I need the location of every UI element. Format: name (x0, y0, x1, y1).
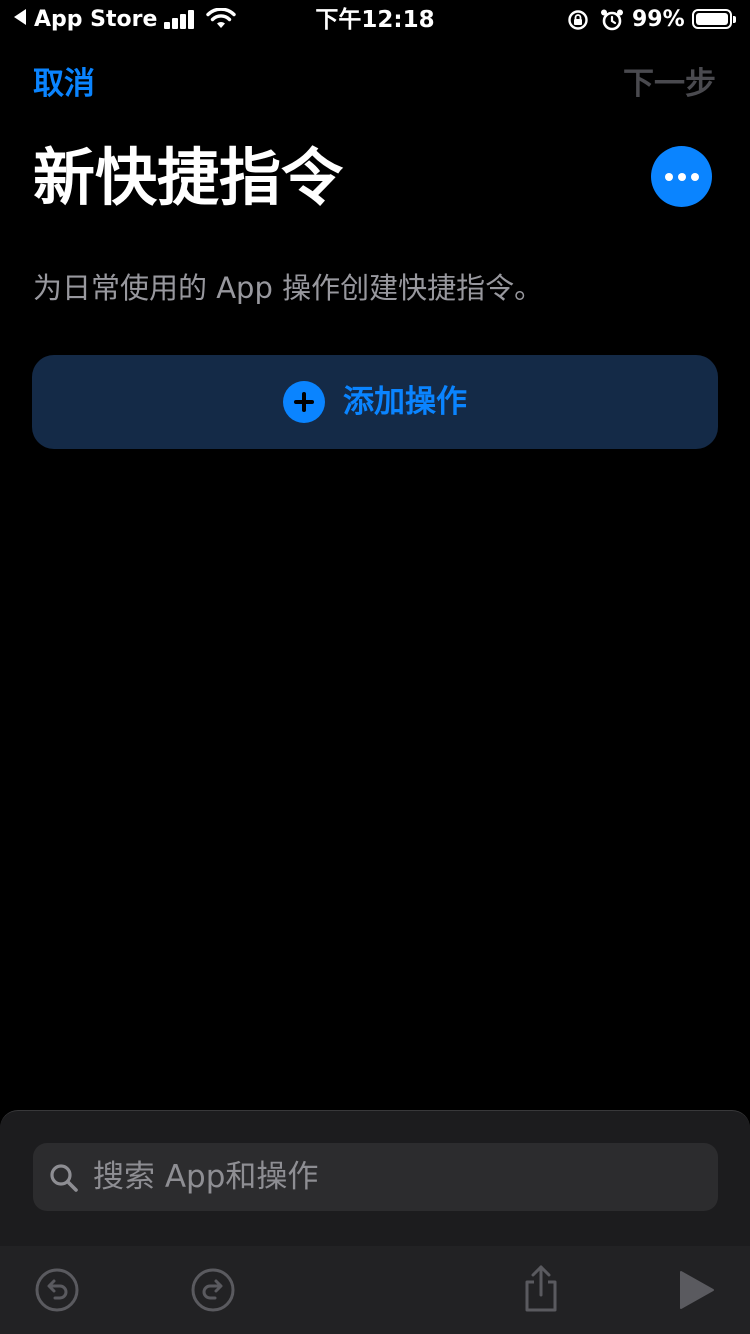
undo-icon[interactable] (35, 1268, 79, 1312)
editor-toolbar (0, 1246, 750, 1334)
orientation-lock-icon (568, 10, 588, 30)
battery-percent: 99% (632, 7, 685, 32)
search-placeholder: 搜索 App和操作 (93, 1159, 319, 1195)
search-field[interactable]: 搜索 App和操作 (33, 1143, 718, 1211)
alarm-icon (601, 9, 623, 31)
magnifier-icon (50, 1164, 78, 1192)
next-button[interactable]: 下一步 (623, 64, 716, 104)
plus-circle-icon (283, 381, 325, 423)
add-action-button[interactable]: 添加操作 (32, 355, 718, 449)
redo-icon[interactable] (191, 1268, 235, 1312)
play-icon[interactable] (678, 1270, 716, 1310)
ellipsis-icon[interactable] (651, 146, 712, 207)
cancel-button[interactable]: 取消 (33, 64, 95, 104)
page-subtitle: 为日常使用的 App 操作创建快捷指令。 (33, 271, 544, 305)
status-bar: App Store 下午12:18 99% (0, 0, 750, 40)
battery-icon (692, 9, 736, 29)
share-icon[interactable] (520, 1264, 562, 1314)
add-action-label: 添加操作 (343, 384, 467, 420)
page-title: 新快捷指令 (33, 141, 344, 214)
